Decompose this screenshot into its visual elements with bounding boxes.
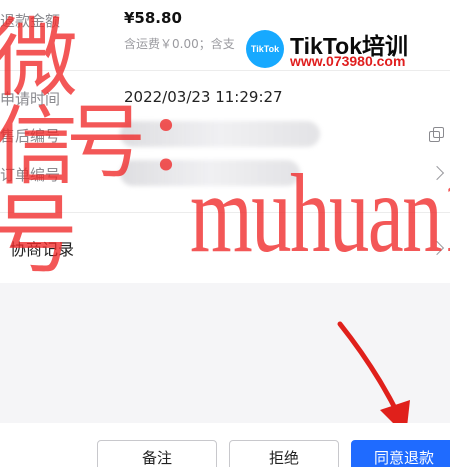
divider — [0, 212, 450, 213]
chevron-right-icon[interactable] — [429, 240, 445, 256]
negotiation-record-title[interactable]: 协商记录 — [10, 236, 74, 260]
refund-amount-note: 含运费￥0.00；含支 — [124, 37, 235, 51]
refund-detail-screen: 退款金额 ¥58.80 含运费￥0.00；含支 申请时间 2022/03/23 … — [0, 0, 450, 467]
tiktok-logo: TikTok — [246, 30, 284, 68]
apply-time-label: 申请时间 — [0, 90, 61, 108]
refund-amount-label: 退款金额 — [0, 12, 61, 30]
copy-icon[interactable] — [429, 127, 444, 142]
refund-amount-value: ¥58.80 — [124, 9, 182, 27]
content-spacer — [0, 283, 450, 423]
aftersale-number-label: 售后编号 — [0, 127, 61, 145]
reject-button[interactable]: 拒绝 — [229, 440, 339, 467]
note-button[interactable]: 备注 — [97, 440, 217, 467]
chevron-right-icon[interactable] — [429, 165, 445, 181]
apply-time-value: 2022/03/23 11:29:27 — [124, 88, 283, 106]
approve-refund-button[interactable]: 同意退款 — [351, 440, 450, 467]
aftersale-number-value-redacted — [120, 121, 320, 147]
watermark-url: www.073980.com — [290, 53, 406, 69]
divider — [0, 70, 450, 71]
order-number-value-redacted — [120, 160, 300, 186]
order-number-label: 订单编号 — [0, 166, 61, 184]
